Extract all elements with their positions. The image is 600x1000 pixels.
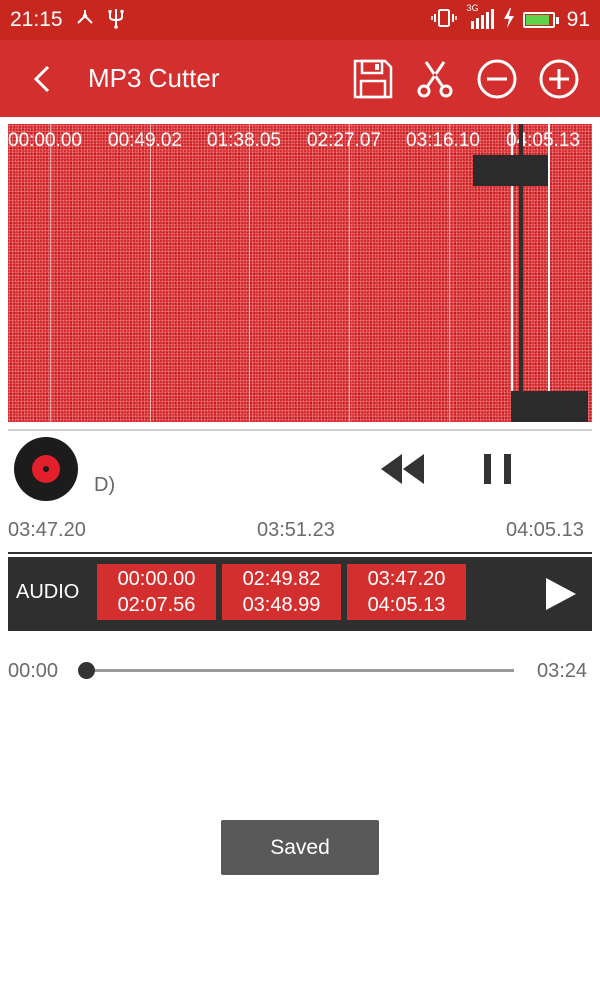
- ruler-divider: [8, 552, 592, 554]
- waveform-timestamp: 00:00.00: [8, 130, 82, 151]
- track-subtitle-prefix: D: [94, 474, 109, 496]
- waveform-timestamp: 01:38.05: [207, 130, 281, 151]
- segment-end: 03:48.99: [242, 594, 321, 616]
- back-arrow-icon: [33, 65, 50, 92]
- waveform-view[interactable]: 00:00.00 00:49.02 01:38.05 02:27.07 03:1…: [8, 124, 592, 422]
- pause-button[interactable]: [480, 452, 516, 486]
- segment-start: 00:00.00: [117, 568, 196, 590]
- play-icon: [546, 578, 576, 610]
- page-title: MP3 Cutter: [88, 63, 220, 93]
- segment-chip[interactable]: 02:49.82 03:48.99: [222, 564, 341, 620]
- charging-icon: [503, 8, 515, 32]
- ruler-end: 04:05.13: [506, 519, 584, 541]
- grid-line: [349, 124, 350, 422]
- segment-start: 03:47.20: [367, 568, 446, 590]
- selection-end-line: [548, 124, 550, 422]
- waveform-timestamp: 02:27.07: [307, 130, 381, 151]
- segment-chip[interactable]: 03:47.20 04:05.13: [347, 564, 466, 620]
- cut-button[interactable]: [414, 58, 456, 100]
- seek-current-time: 00:00: [8, 660, 59, 682]
- segment-end: 04:05.13: [367, 594, 446, 616]
- segment-chip[interactable]: 00:00.00 02:07.56: [97, 564, 216, 620]
- vibrate-icon: [430, 8, 457, 32]
- audio-label: AUDIO: [16, 581, 80, 603]
- waveform-timestamp: 00:49.02: [108, 130, 182, 151]
- status-right: 3G 91: [430, 3, 590, 33]
- seek-bar[interactable]: [86, 669, 514, 672]
- waveform-timestamp: 03:16.10: [406, 130, 480, 151]
- zoom-in-icon: [539, 59, 579, 98]
- back-button[interactable]: [12, 40, 72, 117]
- zoom-out-button[interactable]: [476, 58, 518, 100]
- pause-icon: [484, 454, 511, 484]
- battery-level: 91: [566, 8, 590, 31]
- status-time: 21:15: [10, 8, 63, 31]
- network-type: 3G: [466, 3, 479, 13]
- battery-fill: [525, 15, 550, 25]
- save-icon: [353, 59, 393, 98]
- track-title: [94, 444, 180, 466]
- track-subtitle: D): [94, 474, 115, 497]
- seek-total-time: 03:24: [537, 660, 588, 682]
- zoom-out-icon: [477, 59, 517, 98]
- battery-icon: [522, 12, 559, 28]
- play-button[interactable]: [544, 576, 578, 612]
- usb-icon: [107, 7, 125, 33]
- scissors-icon: [417, 60, 453, 97]
- zoom-in-button[interactable]: [538, 58, 580, 100]
- save-button[interactable]: [352, 58, 394, 100]
- grid-line: [150, 124, 151, 422]
- grid-line: [449, 124, 450, 422]
- grid-line: [249, 124, 250, 422]
- share-nodes-icon: [75, 8, 95, 32]
- seek-thumb[interactable]: [78, 662, 95, 679]
- ruler-mid: 03:51.23: [257, 519, 335, 541]
- segment-start: 02:49.82: [242, 568, 321, 590]
- waveform-timestamp: 04:05.13: [506, 130, 580, 151]
- divider: [8, 429, 592, 431]
- audio-segments-bar: AUDIO 00:00.00 02:07.56 02:49.82 03:48.9…: [8, 557, 592, 631]
- status-left: 21:15: [10, 7, 125, 33]
- toast-message: Saved: [221, 820, 379, 875]
- track-subtitle-suffix: ): [108, 474, 116, 496]
- grid-line: [50, 124, 51, 422]
- vinyl-disc-icon: [14, 437, 78, 501]
- segment-end: 02:07.56: [117, 594, 196, 616]
- status-bar: 21:15 3G 91: [0, 0, 600, 40]
- app-toolbar: MP3 Cutter: [0, 40, 600, 117]
- rewind-button[interactable]: [378, 450, 428, 488]
- selection-end-handle[interactable]: [511, 391, 588, 422]
- ruler-start: 03:47.20: [8, 519, 86, 541]
- toolbar-actions: [352, 40, 580, 117]
- rewind-icon: [381, 454, 424, 484]
- selection-start-handle[interactable]: [473, 155, 548, 186]
- signal-icon: 3G: [465, 3, 495, 33]
